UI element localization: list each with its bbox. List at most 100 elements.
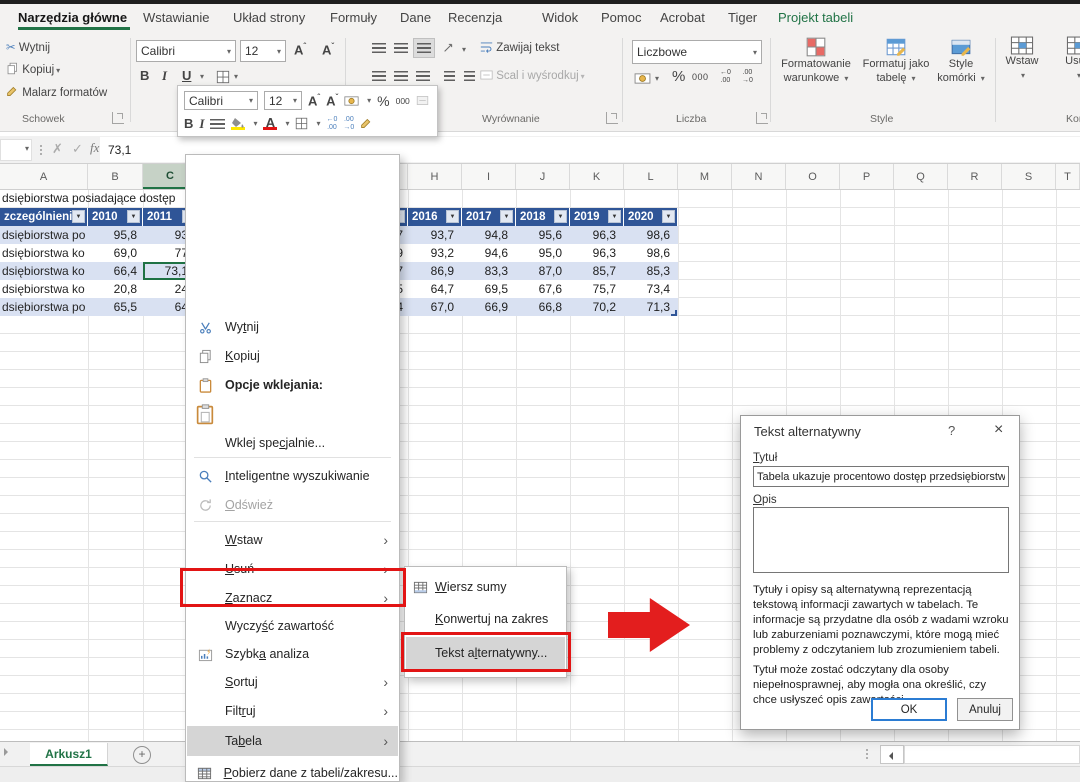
align-center-icon[interactable] <box>394 70 408 84</box>
mini-borders-dropdown[interactable]: ▾ <box>316 119 320 128</box>
column-header-N[interactable]: N <box>732 164 786 189</box>
mini-format-painter-icon[interactable] <box>360 117 373 130</box>
orientation-dropdown[interactable]: ▾ <box>460 43 466 55</box>
column-header-R[interactable]: R <box>948 164 1002 189</box>
borders-dropdown[interactable]: ▾ <box>232 70 238 82</box>
underline-dropdown[interactable]: ▾ <box>198 70 204 82</box>
orientation-button[interactable] <box>442 40 456 54</box>
column-header-Q[interactable]: Q <box>894 164 948 189</box>
fx-icon[interactable]: fx <box>90 140 99 156</box>
mini-accounting-icon[interactable] <box>344 95 359 107</box>
mini-shrink-font-button[interactable]: Aˇ <box>326 93 338 108</box>
format-painter-button[interactable]: Malarz formatów <box>6 85 107 99</box>
column-header-L[interactable]: L <box>624 164 678 189</box>
cut-button[interactable]: ✂ Wytnij <box>6 40 50 54</box>
mini-decrease-decimal-button[interactable]: .00→0 <box>343 116 354 131</box>
submenu-item-alt-text[interactable]: Tekst alternatywny... <box>406 637 565 669</box>
insert-cells-button[interactable]: Wstaw▾ <box>1000 36 1044 83</box>
sheet-nav-icon[interactable] <box>4 748 12 756</box>
increase-indent-icon[interactable] <box>464 70 475 84</box>
align-middle-icon[interactable] <box>394 42 408 56</box>
wrap-text-button[interactable]: Zawijaj tekst <box>480 41 559 54</box>
underline-button[interactable]: U <box>182 68 191 83</box>
sheet-tab-arkusz1[interactable]: Arkusz1 <box>30 743 108 766</box>
tab-pomoc[interactable]: Pomoc <box>601 10 641 25</box>
mini-fill-color-button[interactable] <box>231 118 245 130</box>
menu-item-smart-lookup[interactable]: Inteligentne wyszukiwanie <box>187 462 398 490</box>
menu-item-filter[interactable]: Filtruj› <box>187 697 398 725</box>
mini-align-icon[interactable] <box>210 119 225 129</box>
align-left-icon[interactable] <box>372 70 386 84</box>
shrink-font-button[interactable]: Aˇ <box>322 42 334 57</box>
mini-italic-button[interactable]: I <box>199 116 204 132</box>
horizontal-scrollbar[interactable] <box>904 745 1080 764</box>
menu-item-clear-contents[interactable]: Wyczyść zawartość <box>187 612 398 640</box>
mini-font-color-dropdown[interactable]: ▾ <box>285 119 289 128</box>
ok-button[interactable]: OK <box>871 698 947 721</box>
confirm-entry-icon[interactable]: ✓ <box>72 141 83 157</box>
menu-item-sort[interactable]: Sortuj› <box>187 668 398 696</box>
tab-recenzja[interactable]: Recenzja <box>448 10 502 25</box>
menu-item-quick-analysis[interactable]: Szybka analiza <box>187 640 398 668</box>
mini-percent-button[interactable]: % <box>377 93 389 109</box>
menu-item-paste-options[interactable]: Opcje wklejania: <box>187 371 398 399</box>
delete-cells-button[interactable]: Usuń▾ <box>1050 36 1080 83</box>
column-header-T[interactable]: T <box>1056 164 1080 189</box>
conditional-formatting-button[interactable]: Formatowaniewarunkowe ▾ <box>770 36 862 86</box>
column-header-P[interactable]: P <box>840 164 894 189</box>
mini-borders-icon[interactable] <box>295 117 308 130</box>
column-header-H[interactable]: H <box>408 164 462 189</box>
alt-description-textarea[interactable] <box>753 507 1009 573</box>
menu-item-copy[interactable]: Kopiuj <box>187 342 398 370</box>
mini-increase-decimal-button[interactable]: ←0.00 <box>327 116 338 131</box>
column-header-J[interactable]: J <box>516 164 570 189</box>
dialog-close-icon[interactable]: × <box>994 421 1003 439</box>
mini-accounting-dropdown[interactable]: ▾ <box>367 96 371 105</box>
scroll-left-button[interactable] <box>880 745 904 764</box>
cell-styles-button[interactable]: Stylekomórki ▾ <box>930 36 992 86</box>
alt-title-input[interactable] <box>753 466 1009 487</box>
italic-button[interactable]: I <box>162 68 167 84</box>
menu-item-get-data-from-table[interactable]: Pobierz dane z tabeli/zakresu... <box>187 759 398 782</box>
accounting-dropdown[interactable]: ▾ <box>653 72 659 84</box>
column-header-I[interactable]: I <box>462 164 516 189</box>
column-header-A[interactable]: A <box>0 164 88 189</box>
merge-center-button[interactable]: Scal i wyśrodkuj▾ <box>480 69 585 82</box>
tab-acrobat[interactable]: Acrobat <box>660 10 705 25</box>
increase-decimal-button[interactable]: ←0.00 <box>720 69 731 84</box>
align-right-icon[interactable] <box>416 70 430 84</box>
tab-uklad-strony[interactable]: Układ strony <box>233 10 305 25</box>
bold-button[interactable]: B <box>140 68 149 83</box>
column-header-M[interactable]: M <box>678 164 732 189</box>
menu-item-delete[interactable]: Usuń› <box>187 555 398 583</box>
format-as-table-button[interactable]: Formatuj jakotabelę ▾ <box>858 36 934 86</box>
tab-projekt-tabeli[interactable]: Projekt tabeli <box>778 10 853 25</box>
column-header-O[interactable]: O <box>786 164 840 189</box>
menu-item-select[interactable]: Zaznacz› <box>187 584 398 612</box>
column-header-K[interactable]: K <box>570 164 624 189</box>
tab-widok[interactable]: Widok <box>542 10 578 25</box>
menu-item-cut[interactable]: Wytnij <box>187 313 398 341</box>
align-bottom-icon[interactable] <box>414 39 434 57</box>
mini-font-size-select[interactable]: 12▾ <box>264 91 302 110</box>
align-top-icon[interactable] <box>372 42 386 56</box>
mini-merge-icon[interactable] <box>416 94 429 107</box>
tab-narzedzia-glowne[interactable]: Narzędzia główne <box>18 10 127 25</box>
percent-style-button[interactable]: % <box>672 68 685 85</box>
menu-item-insert[interactable]: Wstaw› <box>187 526 398 554</box>
mini-fill-color-dropdown[interactable]: ▾ <box>253 119 257 128</box>
comma-style-button[interactable]: 000 <box>692 72 709 82</box>
mini-font-name-select[interactable]: Calibri▾ <box>184 91 258 110</box>
name-box[interactable]: ▾ <box>0 139 32 161</box>
tab-formuly[interactable]: Formuły <box>330 10 377 25</box>
mini-comma-button[interactable]: 000 <box>396 96 410 106</box>
cancel-button[interactable]: Anuluj <box>957 698 1013 721</box>
menu-item-table[interactable]: Tabela› <box>187 726 398 756</box>
liczba-dialog-launcher[interactable] <box>756 112 768 124</box>
copy-button[interactable]: Kopiuj▾ <box>6 62 60 76</box>
submenu-item-convert-to-range[interactable]: Konwertuj na zakres <box>406 605 565 633</box>
menu-item-refresh[interactable]: Odśwież <box>187 491 398 519</box>
add-sheet-button[interactable]: + <box>133 746 151 764</box>
font-name-select[interactable]: Calibri▾ <box>136 40 236 62</box>
tab-dane[interactable]: Dane <box>400 10 431 25</box>
